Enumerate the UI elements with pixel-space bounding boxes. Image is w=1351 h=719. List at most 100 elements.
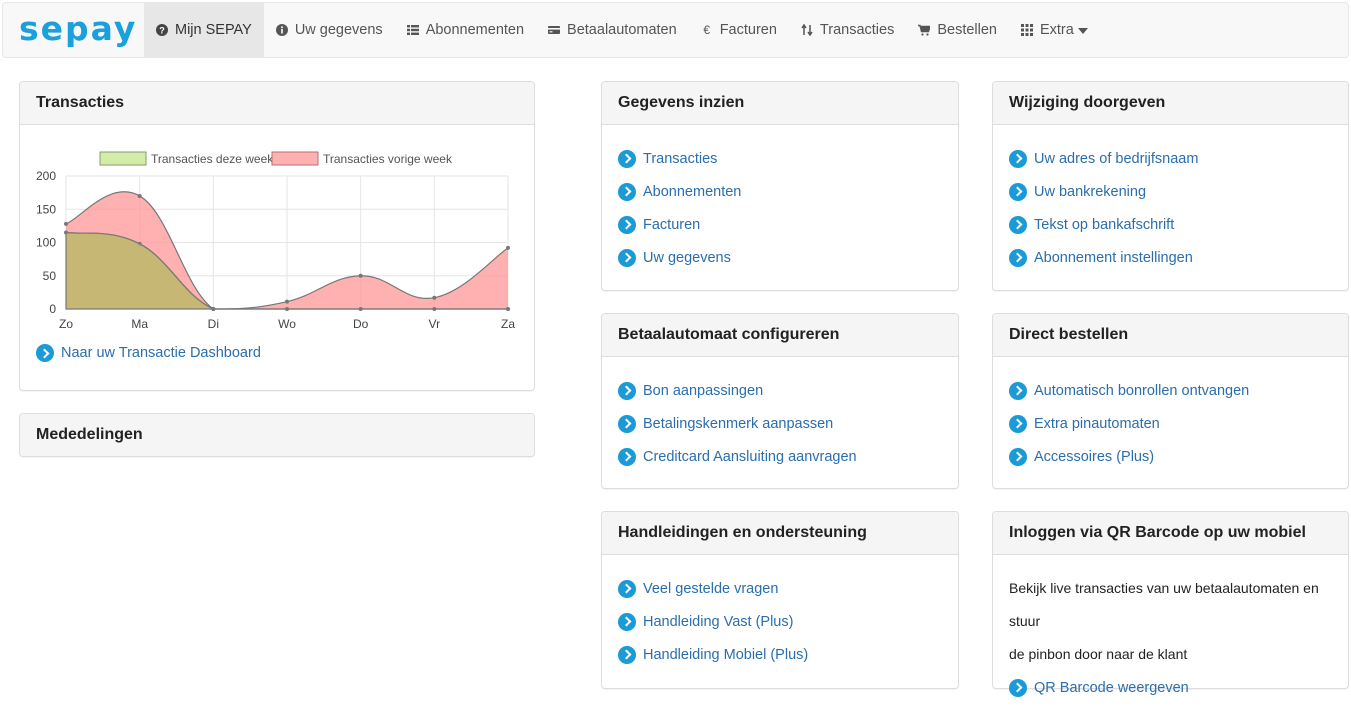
link-label[interactable]: Betalingskenmerk aanpassen [643, 416, 833, 432]
link-label[interactable]: Uw bankrekening [1034, 184, 1146, 200]
chevron-circle-right-icon [618, 248, 636, 267]
chevron-circle-right-icon [1009, 215, 1027, 234]
mededelingen-panel: Mededelingen [19, 413, 535, 457]
panel-title: Direct bestellen [1009, 326, 1129, 343]
panel-title: Handleidingen en ondersteuning [618, 524, 867, 541]
link-label[interactable]: Uw adres of bedrijfsnaam [1034, 151, 1198, 167]
chevron-circle-right-icon [1009, 678, 1027, 697]
qr-login-panel: Inloggen via QR Barcode op uw mobiel Bek… [992, 511, 1349, 697]
panel-title: Gegevens inzien [618, 94, 745, 111]
chevron-circle-right-icon [618, 579, 636, 598]
chevron-circle-right-icon [618, 612, 636, 631]
qr-description-line-2: de pinbon door naar de klant [1009, 646, 1188, 662]
y-tick-label: 50 [43, 269, 57, 283]
link-bankafschrift[interactable]: Tekst op bankafschrift [1009, 208, 1332, 241]
link-betalingskenmerk[interactable]: Betalingskenmerk aanpassen [618, 407, 942, 440]
link-transacties[interactable]: Transacties [618, 142, 942, 175]
chevron-circle-right-icon [618, 149, 636, 168]
direct-bestellen-panel: Direct bestellen Automatisch bonrollen o… [992, 313, 1349, 489]
chevron-circle-right-icon [36, 344, 54, 362]
link-label[interactable]: QR Barcode weergeven [1034, 680, 1189, 696]
link-faq[interactable]: Veel gestelde vragen [618, 572, 942, 605]
chevron-circle-right-icon [618, 215, 636, 234]
link-bon-aanpassingen[interactable]: Bon aanpassingen [618, 374, 942, 407]
nav-item-transacties[interactable]: Transacties [789, 3, 906, 57]
y-tick-label: 100 [36, 236, 56, 250]
nav-item-betaalautomaten[interactable]: Betaalautomaten [536, 3, 689, 57]
link-bonrollen[interactable]: Automatisch bonrollen ontvangen [1009, 374, 1332, 407]
nav-item-uw-gegevens[interactable]: Uw gegevens [264, 3, 395, 57]
link-label[interactable]: Creditcard Aansluiting aanvragen [643, 449, 857, 465]
link-label[interactable]: Automatisch bonrollen ontvangen [1034, 383, 1249, 399]
svg-text:?: ? [159, 26, 165, 36]
sort-icon [801, 23, 813, 37]
link-label[interactable]: Abonnementen [643, 184, 741, 200]
link-handleiding-mobiel[interactable]: Handleiding Mobiel (Plus) [618, 638, 942, 671]
link-label[interactable]: Bon aanpassingen [643, 383, 763, 399]
panel-title: Transacties [36, 94, 125, 111]
chevron-circle-right-icon [1009, 182, 1027, 201]
chevron-circle-right-icon [618, 645, 636, 664]
x-tick-label: Zo [59, 317, 73, 331]
chevron-circle-right-icon [618, 414, 636, 433]
link-label[interactable]: Extra pinautomaten [1034, 416, 1160, 432]
x-tick-label: Wo [278, 317, 296, 331]
data-point [432, 295, 437, 300]
link-label[interactable]: Tekst op bankafschrift [1034, 217, 1174, 233]
link-accessoires[interactable]: Accessoires (Plus) [1009, 440, 1332, 473]
handleidingen-panel: Handleidingen en ondersteuning Veel gest… [601, 511, 959, 689]
link-handleiding-vast[interactable]: Handleiding Vast (Plus) [618, 605, 942, 638]
transacties-panel: Transacties 0 50 100 150 200 Zo Ma Di Wo Do Vr Za Tr… [19, 81, 535, 391]
nav-item-mijn-sepay[interactable]: ? Mijn SEPAY [144, 3, 264, 57]
y-tick-label: 0 [49, 302, 56, 316]
panel-body: Automatisch bonrollen ontvangen Extra pi… [993, 357, 1348, 488]
nav-label: Mijn SEPAY [175, 22, 252, 38]
link-label[interactable]: Abonnement instellingen [1034, 250, 1193, 266]
link-label[interactable]: Accessoires (Plus) [1034, 449, 1154, 465]
chevron-circle-right-icon [1009, 248, 1027, 267]
chevron-circle-right-icon [1009, 414, 1027, 433]
sepay-logo[interactable]: sepay [19, 12, 137, 45]
nav-item-abonnementen[interactable]: Abonnementen [395, 3, 536, 57]
panel-heading: Direct bestellen [993, 314, 1348, 357]
link-label[interactable]: Uw gegevens [643, 250, 731, 266]
link-facturen[interactable]: Facturen [618, 208, 942, 241]
link-label[interactable]: Transacties [643, 151, 717, 167]
info-circle-icon [275, 24, 288, 36]
nav-item-bestellen[interactable]: Bestellen [906, 3, 1009, 57]
dashboard-link-label[interactable]: Naar uw Transactie Dashboard [61, 345, 261, 361]
data-point [506, 245, 510, 250]
legend-swatch-0 [99, 151, 147, 166]
panel-heading: Wijziging doorgeven [993, 82, 1348, 125]
link-pinautomaten[interactable]: Extra pinautomaten [1009, 407, 1332, 440]
panel-heading: Mededelingen [20, 414, 534, 456]
link-label[interactable]: Veel gestelde vragen [643, 581, 778, 597]
link-uw-gegevens[interactable]: Uw gegevens [618, 241, 942, 274]
nav-item-facturen[interactable]: € Facturen [689, 3, 789, 57]
list-icon [406, 24, 419, 36]
link-adres[interactable]: Uw adres of bedrijfsnaam [1009, 142, 1332, 175]
chevron-circle-right-icon [1009, 149, 1027, 168]
brand[interactable]: sepay [3, 3, 144, 57]
link-creditcard[interactable]: Creditcard Aansluiting aanvragen [618, 440, 942, 473]
panel-title: Wijziging doorgeven [1009, 94, 1166, 111]
link-label[interactable]: Facturen [643, 217, 700, 233]
panel-title: Inloggen via QR Barcode op uw mobiel [1009, 524, 1306, 541]
nav-item-extra-dropdown[interactable]: Extra [1009, 3, 1100, 57]
link-label[interactable]: Handleiding Vast (Plus) [643, 614, 793, 630]
link-abonnement-instellingen[interactable]: Abonnement instellingen [1009, 241, 1332, 274]
dashboard-link[interactable]: Naar uw Transactie Dashboard [36, 338, 261, 368]
nav-label: Transacties [819, 22, 895, 38]
link-bankrekening[interactable]: Uw bankrekening [1009, 175, 1332, 208]
y-tick-label: 150 [36, 202, 56, 216]
panel-body: Veel gestelde vragen Handleiding Vast (P… [602, 555, 958, 686]
link-label[interactable]: Handleiding Mobiel (Plus) [643, 647, 808, 663]
link-qr-barcode[interactable]: QR Barcode weergeven [1009, 671, 1332, 704]
panel-heading: Gegevens inzien [602, 82, 958, 125]
main-nav: ? Mijn SEPAY Uw gegevens Abonnementen Be… [144, 3, 1100, 57]
wijziging-panel: Wijziging doorgeven Uw adres of bedrijfs… [992, 81, 1349, 291]
data-point [285, 299, 289, 304]
chevron-circle-right-icon [1009, 447, 1027, 466]
link-abonnementen[interactable]: Abonnementen [618, 175, 942, 208]
nav-label: Uw gegevens [294, 22, 383, 38]
